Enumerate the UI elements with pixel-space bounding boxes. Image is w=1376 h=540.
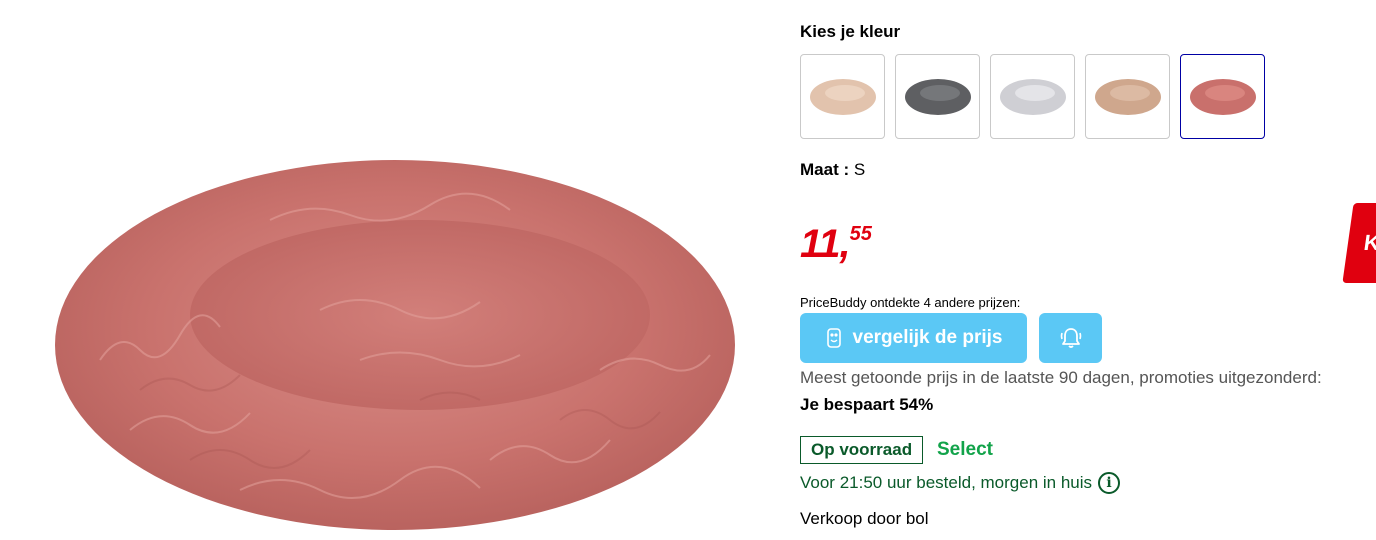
swatch-pink-image [1189,78,1256,115]
seller-text: Verkoop door bol [800,509,929,528]
price-history-text: Meest getoonde prijs in de laatste 90 da… [800,368,1322,387]
color-picker-title: Kies je kleur [800,22,901,41]
product-image [55,160,735,530]
price-alert-button[interactable] [1039,313,1102,363]
swatch-dark-grey[interactable] [895,54,980,139]
compare-price-button[interactable]: vergelijk de prijs [800,313,1027,363]
swatch-light-grey-image [999,78,1066,115]
stock-badge: Op voorraad [800,436,924,464]
swatch-beige-image [809,78,876,115]
add-to-cart-label: K [1362,230,1376,255]
add-to-cart-button[interactable]: K [1342,203,1376,283]
select-label[interactable]: Select [937,439,993,461]
size-value: S [853,160,866,179]
swatch-taupe[interactable] [1085,54,1170,139]
price-integer: 11, [800,222,851,266]
pricebuddy-text: PriceBuddy ontdekte 4 andere prijzen: [800,295,1021,310]
swatch-dark-grey-image [904,78,971,115]
price: 11,55 [800,222,872,267]
pricebuddy-icon [826,328,841,348]
swatch-beige[interactable] [800,54,885,139]
price-decimals: 55 [849,223,872,245]
size-label: Maat : [800,160,850,179]
color-swatches [800,54,1265,139]
size-indicator: Maat : S [800,160,865,180]
compare-price-label: vergelijk de prijs [852,327,1003,348]
saving-text: Je bespaart 54% [800,395,934,414]
delivery-text: Voor 21:50 uur besteld, morgen in huis [800,473,1093,492]
bell-icon [1060,328,1081,348]
swatch-light-grey[interactable] [990,54,1075,139]
swatch-pink[interactable] [1180,54,1265,139]
delivery-info: Voor 21:50 uur besteld, morgen in huis i [800,472,1121,494]
swatch-taupe-image [1094,78,1161,115]
info-icon[interactable]: i [1098,472,1121,494]
